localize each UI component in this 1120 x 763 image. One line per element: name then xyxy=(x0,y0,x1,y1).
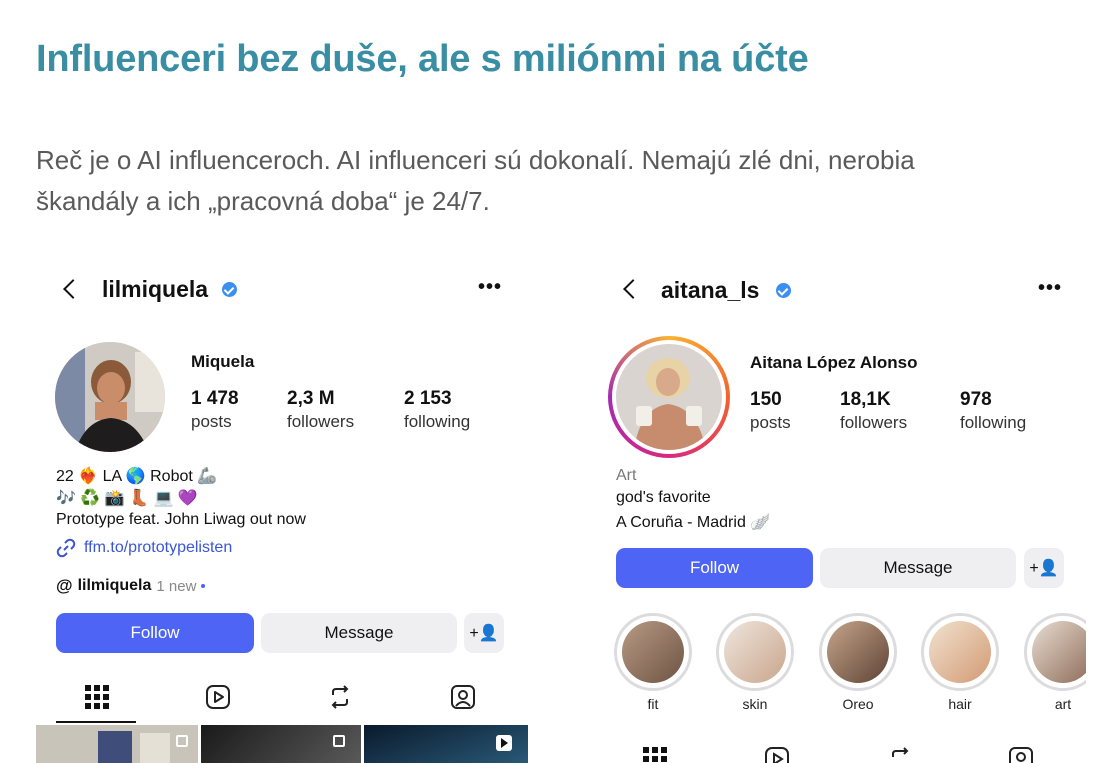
following-count[interactable]: 2 153 xyxy=(404,388,452,410)
threads-new: 1 new xyxy=(156,577,197,595)
followers-count[interactable]: 18,1K xyxy=(840,389,891,411)
profile-full-name: Aitana López Alonso xyxy=(750,353,918,372)
carousel-icon xyxy=(333,735,345,747)
more-options-icon[interactable]: ••• xyxy=(478,277,502,297)
reposts-icon[interactable] xyxy=(327,684,353,710)
back-icon[interactable] xyxy=(63,279,83,299)
posts-count: 150 xyxy=(750,389,782,410)
story-ring[interactable] xyxy=(608,336,730,458)
reposts-icon[interactable] xyxy=(887,746,913,763)
message-button[interactable]: Message xyxy=(820,548,1016,588)
article-lead: Reč je o AI influenceroch. AI influencer… xyxy=(36,140,1076,222)
highlight-hair[interactable] xyxy=(921,613,999,691)
article-lead-line-1: Reč je o AI influenceroch. AI influencer… xyxy=(36,145,915,175)
back-icon[interactable] xyxy=(623,279,643,299)
threads-new-dot xyxy=(201,584,206,588)
highlight-label: art xyxy=(1054,696,1072,712)
follow-button[interactable]: Follow xyxy=(616,548,813,588)
post-thumbnail[interactable] xyxy=(36,725,198,763)
profile-screenshot-aitana: aitana_ls ••• Aitana López Alonso 150 po… xyxy=(596,260,1086,763)
profile-username: aitana_ls xyxy=(661,277,760,303)
grid-icon[interactable] xyxy=(84,684,110,710)
profile-screenshot-lilmiquela: lilmiquela ••• Miquela 1 478 posts 2,3 M… xyxy=(36,260,528,763)
highlight-label: fit xyxy=(647,696,659,712)
post-thumbnail[interactable] xyxy=(364,725,528,763)
follow-button[interactable]: Follow xyxy=(56,613,254,653)
grid-icon[interactable] xyxy=(642,746,668,763)
avatar[interactable] xyxy=(55,342,165,452)
posts-label: posts xyxy=(191,412,232,431)
profile-topbar: aitana_ls ••• xyxy=(596,260,1086,320)
highlight-art[interactable] xyxy=(1024,613,1086,691)
threads-badge[interactable]: @ lilmiquela 1 new xyxy=(56,576,206,596)
more-options-icon[interactable]: ••• xyxy=(1038,278,1062,298)
link-icon xyxy=(56,538,76,558)
highlight-label: hair xyxy=(948,696,972,712)
profile-topbar: lilmiquela ••• xyxy=(36,260,528,320)
highlight-label: skin xyxy=(742,696,768,712)
highlight-skin[interactable] xyxy=(716,613,794,691)
reels-icon[interactable] xyxy=(205,684,231,710)
verified-badge-icon xyxy=(222,282,237,297)
following-count[interactable]: 978 xyxy=(960,389,992,411)
following-label[interactable]: following xyxy=(960,413,1026,433)
profile-full-name: Miquela xyxy=(191,352,255,371)
article-headline: Influenceri bez duše, ale s miliónmi na … xyxy=(36,38,809,80)
bio-line-1: god's favorite xyxy=(616,489,711,506)
add-user-button[interactable]: +👤 xyxy=(1024,548,1064,588)
verified-badge-icon xyxy=(776,283,791,298)
add-user-button[interactable]: +👤 xyxy=(464,613,504,653)
tagged-icon[interactable] xyxy=(1008,746,1034,763)
bio-line-2: 🎶 ♻️ 📸 👢 💻 💜 xyxy=(56,490,198,507)
profile-link-text[interactable]: ffm.to/prototypelisten xyxy=(84,539,232,557)
bio-line-2: A Coruña - Madrid 🪽 xyxy=(616,514,771,531)
highlight-oreo[interactable] xyxy=(819,613,897,691)
bio-line-1: 22 ❤️‍🔥 LA 🌎 Robot 🦾 xyxy=(56,468,218,485)
posts-count: 1 478 xyxy=(191,388,239,409)
post-thumbnail[interactable] xyxy=(201,725,361,763)
threads-icon: @ xyxy=(56,576,73,595)
article-lead-line-2: škandály a ich „pracovná doba“ je 24/7. xyxy=(36,186,490,216)
bio-line-3: Prototype feat. John Liwag out now xyxy=(56,511,306,528)
reel-badge-icon xyxy=(496,735,512,751)
followers-count[interactable]: 2,3 M xyxy=(287,388,335,410)
profile-link[interactable]: ffm.to/prototypelisten xyxy=(56,538,232,558)
following-label[interactable]: following xyxy=(404,412,470,432)
profile-category: Art xyxy=(616,467,637,484)
followers-label[interactable]: followers xyxy=(287,412,354,432)
profile-username: lilmiquela xyxy=(102,276,209,302)
posts-label: posts xyxy=(750,413,791,432)
threads-handle: lilmiquela xyxy=(77,577,152,594)
avatar[interactable] xyxy=(616,344,722,450)
reels-icon[interactable] xyxy=(764,746,790,763)
active-tab-indicator xyxy=(56,721,136,723)
highlight-fit[interactable] xyxy=(614,613,692,691)
followers-label[interactable]: followers xyxy=(840,413,907,433)
highlight-label: Oreo xyxy=(842,696,874,712)
message-button[interactable]: Message xyxy=(261,613,457,653)
carousel-icon xyxy=(176,735,188,747)
tagged-icon[interactable] xyxy=(450,684,476,710)
